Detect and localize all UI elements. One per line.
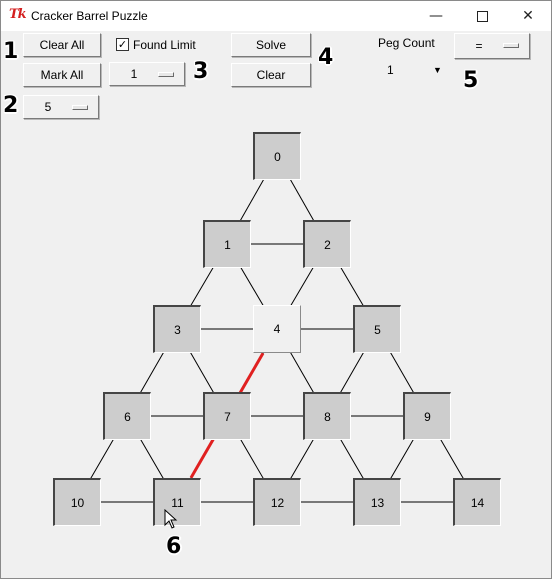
mark-all-button[interactable]: Mark All xyxy=(23,63,101,87)
peg-hole-12[interactable]: 12 xyxy=(253,478,301,526)
board-size-value: 5 xyxy=(44,100,52,114)
peg-hole-9[interactable]: 9 xyxy=(403,392,451,440)
callout-5: 5 xyxy=(463,68,479,93)
callout-2: 2 xyxy=(3,93,19,118)
compare-operator-value: = xyxy=(475,39,483,53)
peg-count-select[interactable]: 1 ▼ xyxy=(387,61,447,79)
checkmark-icon: ✓ xyxy=(117,38,128,51)
solve-button[interactable]: Solve xyxy=(231,33,311,57)
peg-hole-2[interactable]: 2 xyxy=(303,220,351,268)
found-limit-label: Found Limit xyxy=(133,38,196,52)
peg-hole-8[interactable]: 8 xyxy=(303,392,351,440)
clear-button[interactable]: Clear xyxy=(231,63,311,87)
peg-hole-4[interactable]: 4 xyxy=(253,305,301,353)
mouse-cursor-icon xyxy=(164,509,178,529)
callout-4: 4 xyxy=(318,45,334,70)
found-limit-checkbox[interactable]: ✓ xyxy=(116,38,129,51)
callout-6: 6 xyxy=(166,534,182,559)
peg-hole-3[interactable]: 3 xyxy=(153,305,201,353)
peg-hole-0[interactable]: 0 xyxy=(253,132,301,180)
board-size-select[interactable]: 5 xyxy=(23,95,99,119)
callout-1: 1 xyxy=(3,39,19,64)
peg-hole-5[interactable]: 5 xyxy=(353,305,401,353)
compare-operator-select[interactable]: = xyxy=(454,33,530,59)
dropdown-arrow-icon: ▼ xyxy=(433,65,442,75)
peg-count-label: Peg Count xyxy=(378,36,435,50)
peg-count-value: 1 xyxy=(387,63,394,77)
peg-hole-13[interactable]: 13 xyxy=(353,478,401,526)
callout-3: 3 xyxy=(193,59,209,84)
limit-value: 1 xyxy=(130,67,138,81)
dropdown-arrow-icon xyxy=(72,105,88,110)
limit-select[interactable]: 1 xyxy=(109,62,185,86)
dropdown-arrow-icon xyxy=(158,72,174,77)
app-window: Tk Cracker Barrel Puzzle — ✕ Clear All M… xyxy=(0,0,552,579)
peg-hole-7[interactable]: 7 xyxy=(203,392,251,440)
clear-all-button[interactable]: Clear All xyxy=(23,33,101,57)
peg-hole-14[interactable]: 14 xyxy=(453,478,501,526)
peg-hole-6[interactable]: 6 xyxy=(103,392,151,440)
peg-hole-1[interactable]: 1 xyxy=(203,220,251,268)
dropdown-arrow-icon xyxy=(503,43,519,48)
peg-hole-10[interactable]: 10 xyxy=(53,478,101,526)
